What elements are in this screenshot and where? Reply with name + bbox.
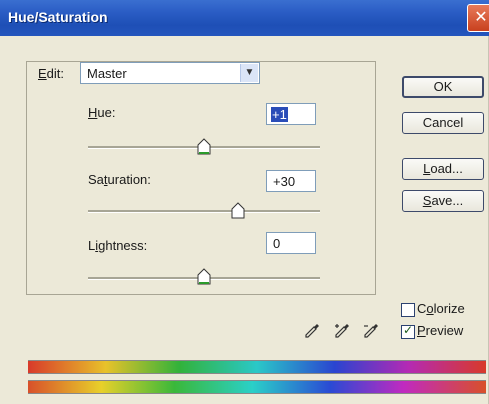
ok-button[interactable]: OK <box>402 76 484 98</box>
preview-checkbox[interactable]: ✓ <box>401 323 415 339</box>
saturation-slider-thumb[interactable] <box>231 202 245 220</box>
saturation-slider-track[interactable] <box>88 210 320 213</box>
check-icon: ✓ <box>403 323 414 337</box>
chevron-down-icon[interactable]: ▼ <box>240 64 258 82</box>
lightness-label: Lightness: <box>88 238 148 253</box>
lightness-slider-thumb[interactable] <box>197 268 211 286</box>
hue-slider-thumb[interactable] <box>197 138 211 156</box>
close-icon: ✕ <box>474 9 488 26</box>
cancel-button[interactable]: Cancel <box>402 112 484 134</box>
edit-select[interactable]: Master ▼ <box>80 62 260 84</box>
lightness-field[interactable]: 0 <box>266 232 316 254</box>
hue-saturation-dialog: Hue/Saturation ✕ Edit: Master ▼ Hue: +1 … <box>0 0 489 404</box>
eyedropper-icon[interactable] <box>303 322 321 340</box>
edit-select-value: Master <box>87 66 127 81</box>
dialog-title: Hue/Saturation <box>8 9 108 25</box>
load-button[interactable]: Load... <box>402 158 484 180</box>
close-button[interactable]: ✕ <box>467 4 489 32</box>
colorize-checkbox[interactable] <box>401 303 415 317</box>
eyedropper-plus-icon[interactable] <box>333 322 351 340</box>
save-button[interactable]: Save... <box>402 190 484 212</box>
input-color-bar <box>28 360 486 374</box>
output-color-bar <box>28 380 486 394</box>
title-bar[interactable]: Hue/Saturation ✕ <box>0 0 489 36</box>
saturation-label: Saturation: <box>88 172 151 187</box>
saturation-value: +30 <box>273 174 296 189</box>
hue-field[interactable]: +1 <box>266 103 316 125</box>
hue-label: Hue: <box>88 105 116 120</box>
adjustment-group <box>26 61 376 295</box>
hue-value: +1 <box>271 107 288 122</box>
eyedropper-minus-icon[interactable] <box>362 322 380 340</box>
colorize-label[interactable]: Colorize <box>417 301 465 316</box>
saturation-field[interactable]: +30 <box>266 170 316 192</box>
edit-label: Edit: <box>38 66 65 81</box>
lightness-value: 0 <box>273 236 281 251</box>
preview-label[interactable]: Preview <box>417 323 463 338</box>
